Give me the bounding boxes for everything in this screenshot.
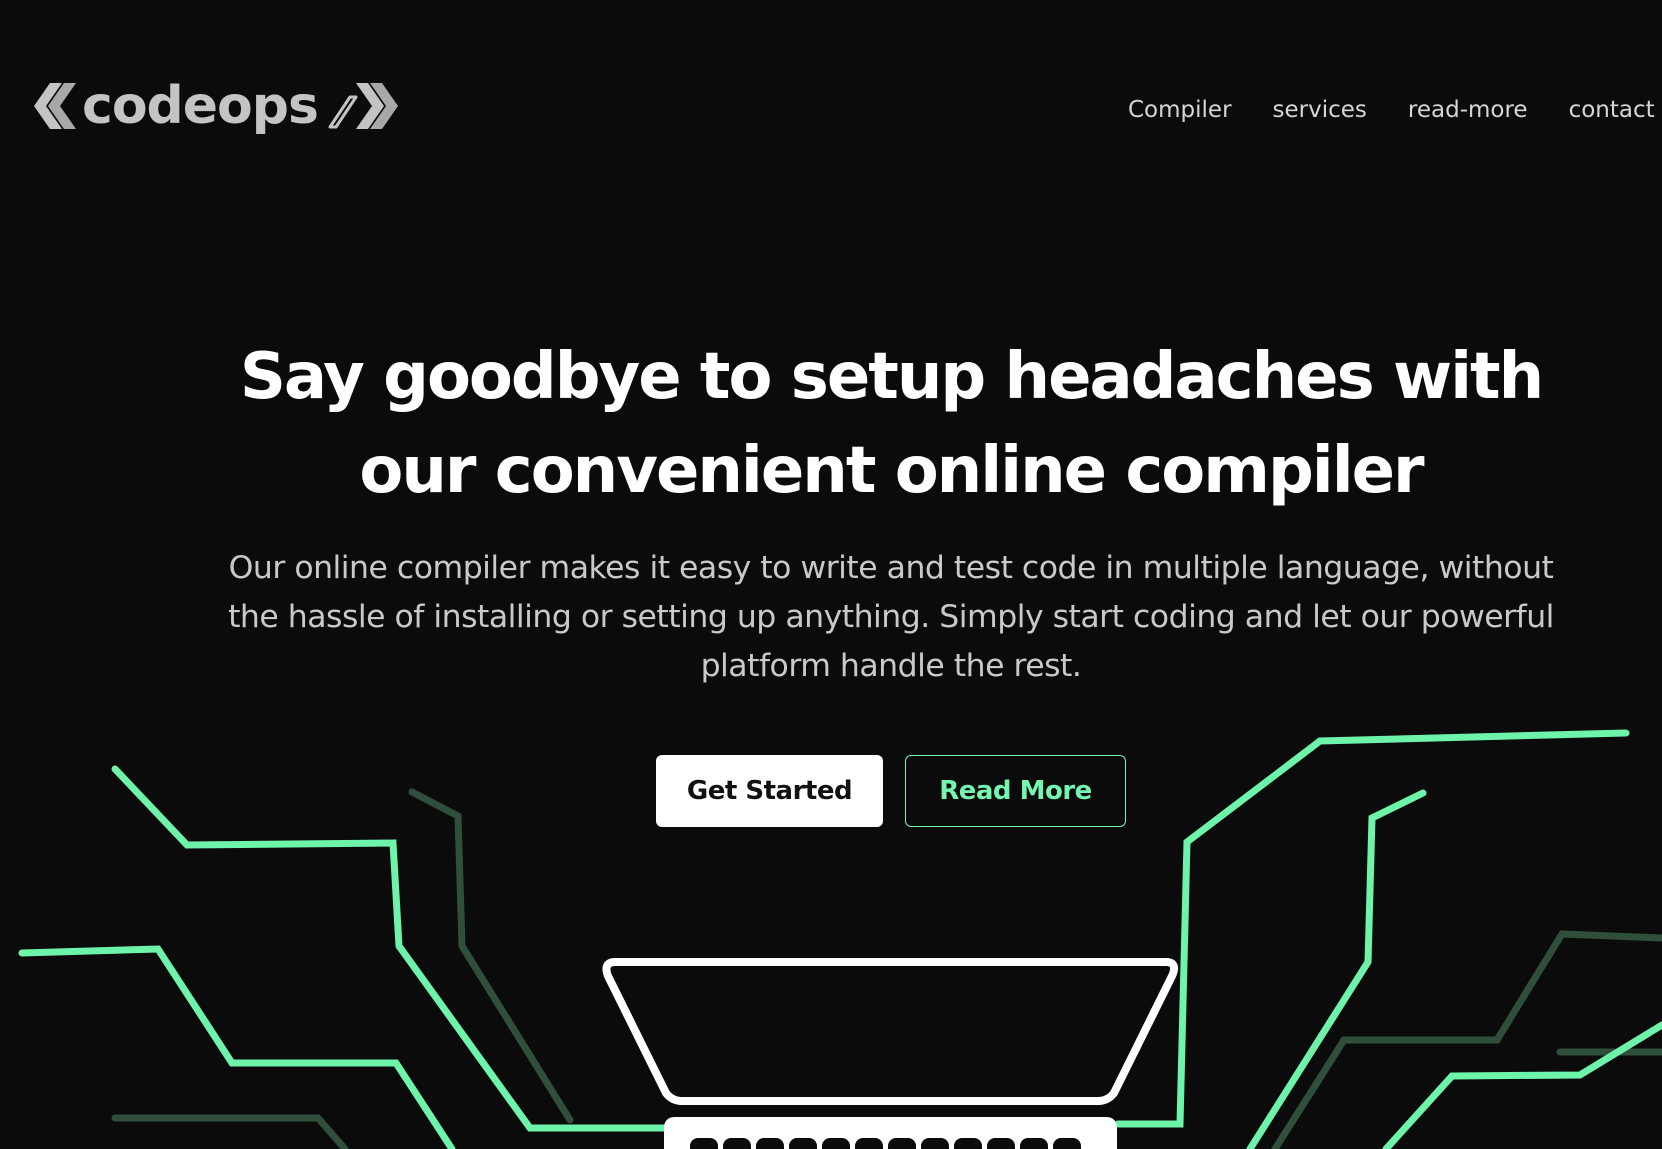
- hero-description: Our online compiler makes it easy to wri…: [140, 544, 1642, 691]
- nav-item-compiler[interactable]: Compiler: [1128, 92, 1232, 128]
- landing-page: codeops Compiler services read-more cont…: [0, 0, 1662, 1149]
- nav-item-read-more[interactable]: read-more: [1408, 92, 1528, 128]
- hero-description-line: Our online compiler makes it easy to wri…: [228, 550, 1554, 586]
- laptop-keys: [690, 1138, 1081, 1149]
- laptop-screen: [602, 958, 1179, 1105]
- brand-logo[interactable]: codeops: [34, 72, 398, 140]
- hero-title-line: Say goodbye to setup headaches with: [239, 340, 1544, 414]
- hero-title-line: our convenient online compiler: [359, 434, 1424, 508]
- slash-double-chevron-right-icon: [328, 83, 398, 129]
- hero-description-line: platform handle the rest.: [700, 648, 1082, 684]
- brand-name: codeops: [82, 76, 319, 136]
- nav-item-services[interactable]: services: [1273, 92, 1367, 128]
- main-nav: Compiler services read-more contact: [1128, 92, 1655, 128]
- get-started-button[interactable]: Get Started: [656, 755, 883, 827]
- double-chevron-left-icon: [34, 83, 76, 129]
- circuit-lines-dim: [111, 788, 1662, 1149]
- read-more-button[interactable]: Read More: [905, 755, 1126, 827]
- hero-description-line: the hassle of installing or setting up a…: [228, 599, 1554, 635]
- nav-item-contact[interactable]: contact: [1569, 92, 1655, 128]
- hero-title: Say goodbye to setup headaches with our …: [120, 330, 1662, 518]
- laptop-keyboard: [664, 1117, 1117, 1149]
